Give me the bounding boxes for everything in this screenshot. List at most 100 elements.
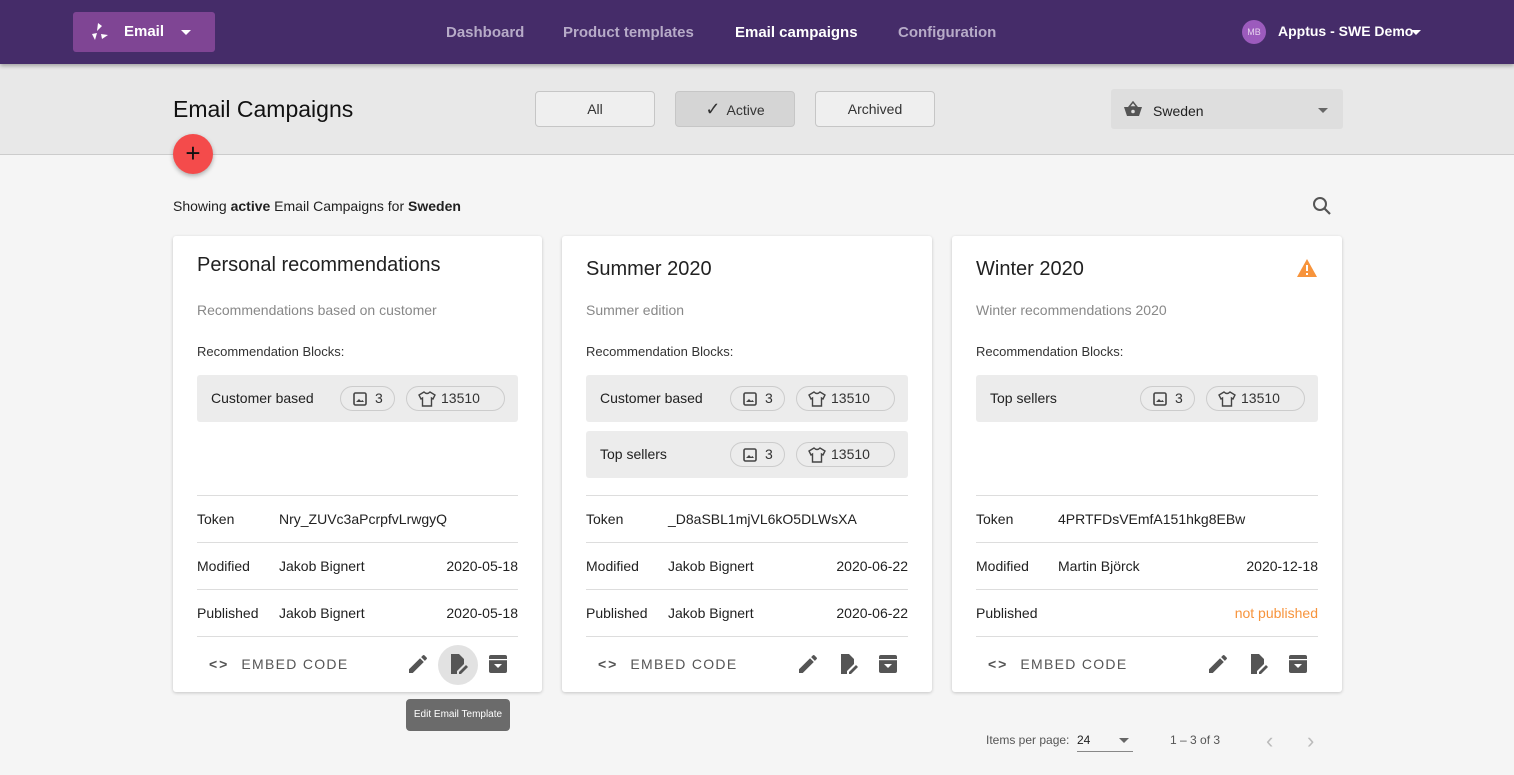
top-bar: Email Dashboard Product templates Email … <box>0 0 1514 64</box>
token-value: _D8aSBL1mjVL6kO5DLWsXA <box>668 511 857 527</box>
campaign-title: Summer 2020 <box>586 258 712 280</box>
image-count-chip: 3 <box>1140 386 1195 411</box>
filter-active[interactable]: ✓ Active <box>675 91 795 127</box>
filter-label: Active <box>726 102 765 118</box>
published-value: Jakob Bignert <box>279 605 365 621</box>
edit-template-icon[interactable] <box>446 652 470 676</box>
embed-code-button[interactable]: <> EMBED CODE <box>209 656 348 672</box>
campaign-description: Summer edition <box>586 302 685 318</box>
nav-dashboard[interactable]: Dashboard <box>446 24 524 41</box>
per-page-value: 24 <box>1077 733 1091 747</box>
edit-icon[interactable] <box>406 652 430 676</box>
published-row: Published not published <box>976 589 1318 636</box>
token-row: Token _D8aSBL1mjVL6kO5DLWsXA <box>586 495 908 542</box>
campaign-title: Winter 2020 <box>976 258 1084 280</box>
nav-configuration[interactable]: Configuration <box>898 24 996 41</box>
app-switcher-label: Email <box>124 23 165 40</box>
nav-email-campaigns[interactable]: Email campaigns <box>735 24 858 41</box>
archive-icon[interactable] <box>486 652 510 676</box>
recommendation-block[interactable]: Customer based 3 13510 <box>586 375 908 422</box>
card-actions: <> EMBED CODE <box>976 636 1318 692</box>
page-title: Email Campaigns <box>173 96 354 122</box>
token-row: Token 4PRTFDsVEmfA151hkg8EBw <box>976 495 1318 542</box>
recommendation-blocks-label: Recommendation Blocks: <box>976 344 1124 359</box>
token-label: Token <box>197 511 235 527</box>
basket-icon <box>1124 101 1142 116</box>
token-value: 4PRTFDsVEmfA151hkg8EBw <box>1058 511 1246 527</box>
recommendation-blocks-label: Recommendation Blocks: <box>197 344 345 359</box>
edit-template-icon[interactable] <box>1246 652 1270 676</box>
image-count-chip: 3 <box>340 386 395 411</box>
card-actions: <> EMBED CODE <box>586 636 908 692</box>
previous-page-button[interactable]: ‹ <box>1266 728 1273 754</box>
campaign-card: Personal recommendations Recommendations… <box>173 236 542 692</box>
campaign-description: Winter recommendations 2020 <box>976 302 1167 318</box>
search-icon[interactable] <box>1312 196 1332 216</box>
modified-date: 2020-05-18 <box>446 558 518 574</box>
published-date: 2020-05-18 <box>446 605 518 621</box>
next-page-button[interactable]: › <box>1307 728 1314 754</box>
modified-label: Modified <box>976 558 1029 574</box>
chevron-down-icon[interactable] <box>1411 30 1421 35</box>
check-icon: ✓ <box>705 99 721 119</box>
campaign-title: Personal recommendations <box>197 254 441 276</box>
modified-row: Modified Jakob Bignert 2020-05-18 <box>197 542 518 589</box>
product-count-chip: 13510 <box>796 442 895 467</box>
page-range: 1 – 3 of 3 <box>1170 733 1221 747</box>
product-count-chip: 13510 <box>406 386 505 411</box>
chevron-down-icon <box>1318 108 1328 113</box>
recommendation-blocks-label: Recommendation Blocks: <box>586 344 734 359</box>
chevron-down-icon <box>181 30 191 35</box>
app-switcher-button[interactable]: Email <box>73 12 215 52</box>
code-icon: <> <box>598 656 619 672</box>
modified-date: 2020-12-18 <box>1246 558 1318 574</box>
items-per-page-label: Items per page: <box>986 733 1070 747</box>
filter-label: Archived <box>847 101 903 117</box>
edit-template-icon[interactable] <box>836 652 860 676</box>
filter-all[interactable]: All <box>535 91 655 127</box>
modified-label: Modified <box>586 558 639 574</box>
token-label: Token <box>586 511 624 527</box>
campaign-card: Winter 2020 Winter recommendations 2020 … <box>952 236 1342 692</box>
tooltip: Edit Email Template <box>406 699 510 731</box>
recommendation-block[interactable]: Customer based 3 13510 <box>197 375 518 422</box>
card-actions: <> EMBED CODE <box>197 636 518 692</box>
modified-date: 2020-06-22 <box>836 558 908 574</box>
image-count-chip: 3 <box>730 386 785 411</box>
recommendation-block[interactable]: Top sellers 3 13510 <box>586 431 908 478</box>
archive-icon[interactable] <box>876 652 900 676</box>
product-count-chip: 13510 <box>796 386 895 411</box>
published-date: not published <box>1234 605 1318 621</box>
filter-archived[interactable]: Archived <box>815 91 935 127</box>
warning-icon <box>1297 259 1317 277</box>
edit-icon[interactable] <box>796 652 820 676</box>
product-count-chip: 13510 <box>1206 386 1305 411</box>
modified-label: Modified <box>197 558 250 574</box>
token-row: Token Nry_ZUVc3aPcrpfvLrwgyQ <box>197 495 518 542</box>
code-icon: <> <box>988 656 1009 672</box>
recommendation-block[interactable]: Top sellers 3 13510 <box>976 375 1318 422</box>
modified-row: Modified Martin Björck 2020-12-18 <box>976 542 1318 589</box>
block-name: Customer based <box>600 390 703 406</box>
archive-icon[interactable] <box>1286 652 1310 676</box>
avatar[interactable]: MB <box>1242 20 1266 44</box>
summary-text: Showing active Email Campaigns for Swede… <box>173 198 461 214</box>
add-campaign-button[interactable]: + <box>173 134 213 174</box>
published-label: Published <box>586 605 648 621</box>
items-per-page-select[interactable]: 24 <box>1077 728 1133 752</box>
block-name: Customer based <box>211 390 314 406</box>
account-menu[interactable]: Apptus - SWE Demo <box>1278 23 1413 39</box>
published-value: Jakob Bignert <box>668 605 754 621</box>
embed-code-button[interactable]: <> EMBED CODE <box>598 656 737 672</box>
code-icon: <> <box>209 656 230 672</box>
country-select[interactable]: Sweden <box>1111 89 1343 129</box>
token-value: Nry_ZUVc3aPcrpfvLrwgyQ <box>279 511 448 527</box>
block-name: Top sellers <box>600 446 667 462</box>
published-row: Published Jakob Bignert 2020-05-18 <box>197 589 518 636</box>
edit-icon[interactable] <box>1206 652 1230 676</box>
chevron-down-icon <box>1119 738 1129 743</box>
embed-code-button[interactable]: <> EMBED CODE <box>988 656 1127 672</box>
filter-label: All <box>587 101 603 117</box>
published-date: 2020-06-22 <box>836 605 908 621</box>
nav-product-templates[interactable]: Product templates <box>563 24 694 41</box>
